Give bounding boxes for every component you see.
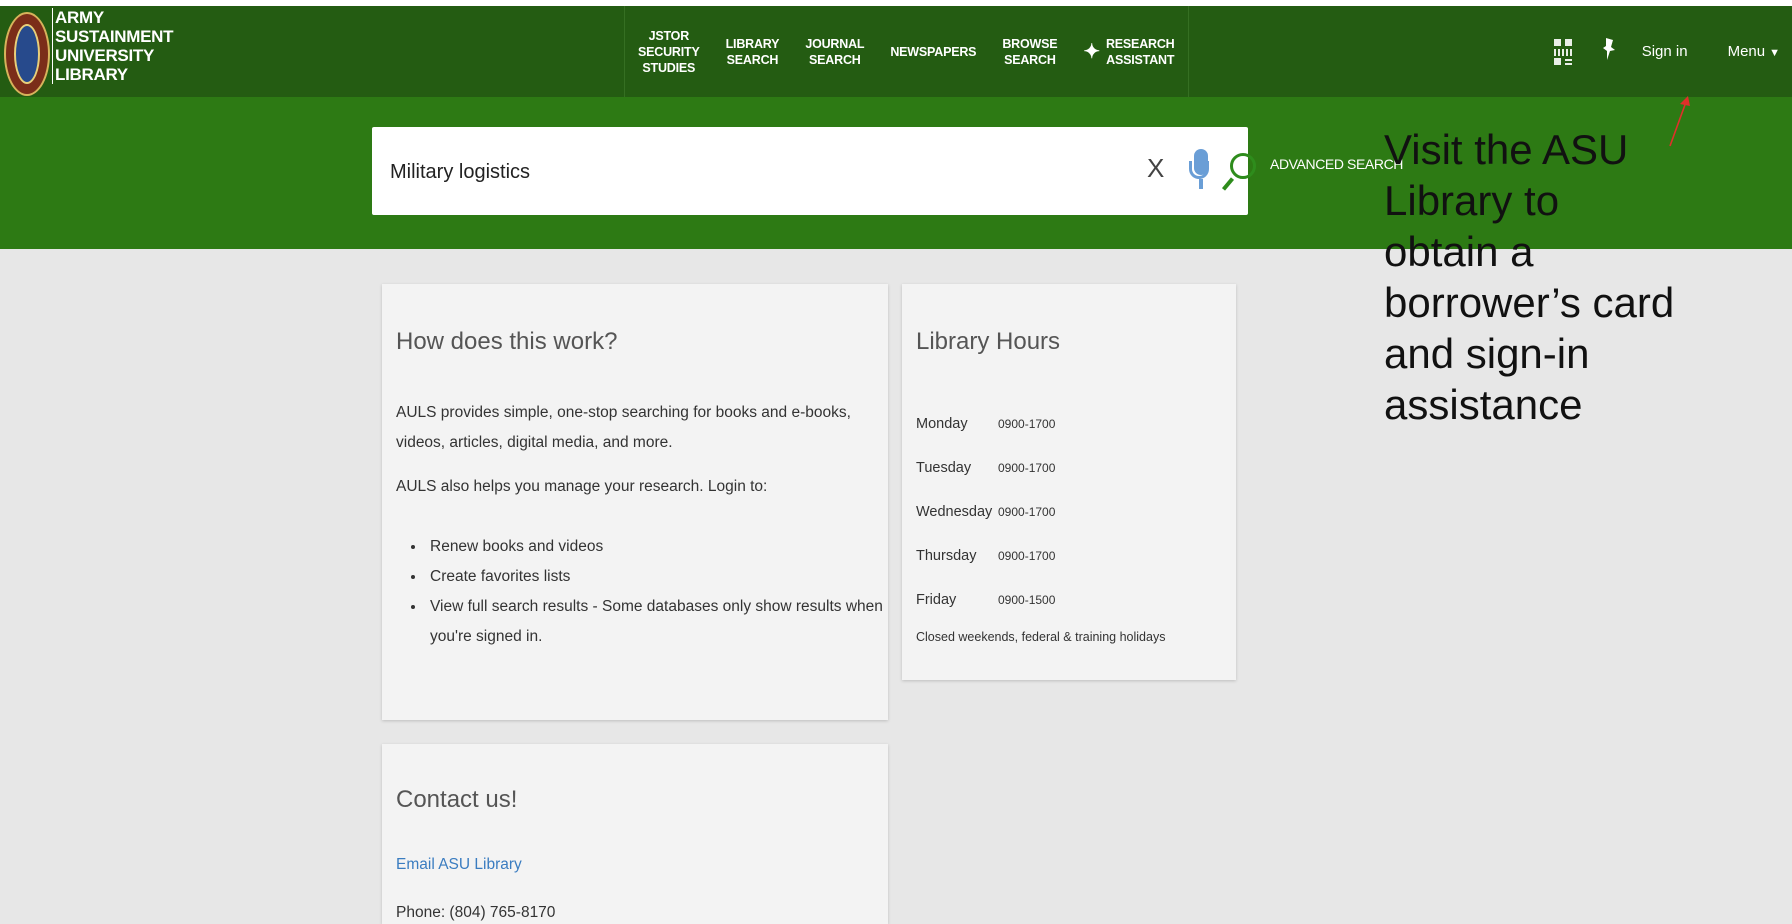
clear-search-button[interactable]: X [1147,153,1164,184]
how-it-works-card: How does this work? AULS provides simple… [382,284,888,720]
library-hours-title: Library Hours [916,328,1061,355]
hours-table: Monday 0900-1700 Tuesday 0900-1700 Wednesd… [916,402,1055,622]
time-cell: 0900-1700 [998,461,1056,475]
menu-label: Menu [1727,43,1766,60]
day-cell: Monday [916,416,968,432]
pin-icon[interactable] [1602,37,1616,66]
nav-journal-search[interactable]: JOURNAL SEARCH [792,6,877,97]
contact-title: Contact us! [396,786,518,813]
main-nav: JSTOR SECURITY STUDIES LIBRARY SEARCH JO… [624,6,1189,97]
day-cell: Friday [916,592,957,608]
nav-library-search[interactable]: LIBRARY SEARCH [713,6,793,97]
table-row: Wednesday 0900-1700 [916,490,1055,534]
time-cell: 0900-1500 [998,593,1056,607]
annotation-callout: Visit the ASU Library to obtain a borrow… [1384,126,1675,428]
day-cell: Tuesday [916,460,972,476]
how-it-works-title: How does this work? [396,328,618,355]
email-link[interactable]: Email ASU Library [396,856,522,874]
logo-line-1: ARMY [55,8,104,27]
nav-browse-search[interactable]: BROWSE SEARCH [989,6,1070,97]
nav-research-assistant[interactable]: ✦ RESEARCH ASSISTANT [1070,6,1189,97]
time-cell: 0900-1700 [998,505,1056,519]
table-row: Thursday 0900-1700 [916,534,1055,578]
library-logo[interactable]: ARMY SUSTAINMENT UNIVERSITY LIBRARY [4,8,174,96]
list-item: Create favorites lists [426,562,886,592]
table-row: Tuesday 0900-1700 [916,446,1055,490]
list-item: Renew books and videos [426,532,886,562]
logo-text: ARMY SUSTAINMENT UNIVERSITY LIBRARY [52,8,174,84]
day-cell: Wednesday [916,504,993,520]
how-it-works-paragraph-1: AULS provides simple, one-stop searching… [396,404,851,451]
time-cell: 0900-1700 [998,417,1056,431]
header-tools: Sign in Menu ▼ [1553,6,1792,97]
library-hours-card: Library Hours Monday 0900-1700 Tuesday 090… [902,284,1236,680]
qr-code-icon[interactable] [1553,38,1572,65]
feature-list: Renew books and videos Create favorites … [396,532,886,652]
annotation-arrow [1669,96,1690,147]
table-row: Monday 0900-1700 [916,402,1055,446]
nav-newspapers[interactable]: NEWSPAPERS [877,6,989,97]
logo-line-3: UNIVERSITY [55,46,155,65]
nav-jstor-security-studies[interactable]: JSTOR SECURITY STUDIES [624,6,713,97]
university-seal-icon [4,12,50,96]
search-icon[interactable] [1221,149,1256,193]
sparkle-icon: ✦ [1083,40,1100,63]
caret-down-icon: ▼ [1769,47,1780,59]
phone-number: Phone: (804) 765-8170 [396,904,556,921]
day-cell: Thursday [916,548,977,564]
time-cell: 0900-1700 [998,549,1056,563]
logo-line-4: LIBRARY [55,65,128,84]
search-input[interactable] [388,149,1092,195]
list-item: View full search results - Some database… [426,592,886,652]
contact-card: Contact us! Email ASU Library Phone: (80… [382,744,888,924]
how-it-works-paragraph-2: AULS also helps you manage your research… [396,478,768,495]
nav-research-assistant-label: RESEARCH ASSISTANT [1105,36,1175,67]
sign-in-link[interactable]: Sign in [1642,43,1688,60]
menu-button[interactable]: Menu ▼ [1728,43,1780,60]
microphone-icon[interactable] [1186,149,1218,193]
logo-line-2: SUSTAINMENT [55,27,174,46]
hours-note: Closed weekends, federal & training holi… [916,630,1166,644]
table-row: Friday 0900-1500 [916,578,1055,622]
search-box: X [372,127,1256,215]
